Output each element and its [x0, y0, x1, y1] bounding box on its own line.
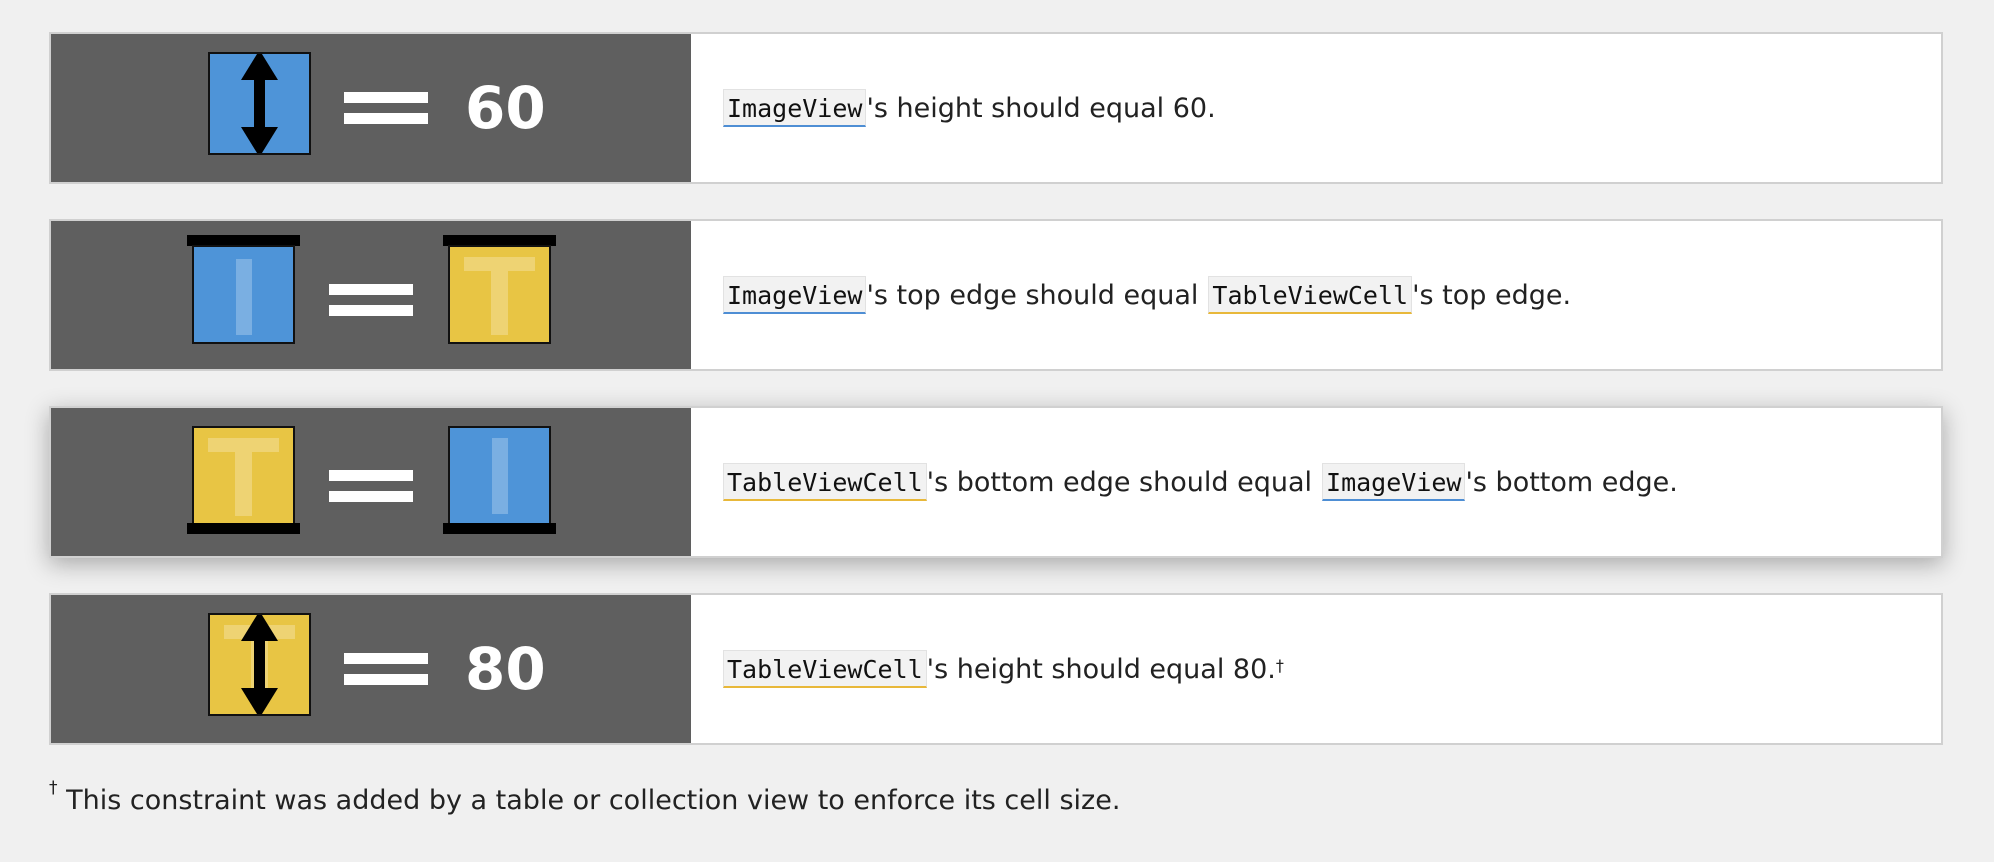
bottom-edge-bar: [187, 523, 300, 534]
footnote-marker: †: [1275, 655, 1284, 675]
constraint-visual: [51, 408, 691, 556]
yellow-box-top-edge-icon: [448, 245, 551, 344]
blue-box-height-arrow-icon: [208, 52, 311, 155]
blue-box-bottom-edge-icon: [448, 426, 551, 525]
equals-operator: [344, 88, 428, 128]
constraint-description: TableViewCell 's bottom edge should equa…: [691, 408, 1941, 556]
constraint-description: TableViewCell 's height should equal 80.…: [691, 595, 1941, 743]
description-text: 's top edge should equal: [866, 279, 1199, 311]
equals-operator: [329, 280, 413, 320]
yellow-box-bottom-edge-icon: [192, 426, 295, 525]
tableviewcell-code: TableViewCell: [1208, 276, 1413, 314]
constraint-visual: 80: [51, 595, 691, 743]
constraint-visual: 60: [51, 34, 691, 182]
constraint-description: ImageView 's top edge should equal Table…: [691, 221, 1941, 369]
tableviewcell-code: TableViewCell: [723, 650, 927, 688]
footnote: † This constraint was added by a table o…: [49, 778, 1121, 816]
description-text: 's height should equal 60.: [866, 92, 1216, 124]
constant-value: 60: [465, 74, 546, 142]
constraint-row-top-edge[interactable]: ImageView 's top edge should equal Table…: [49, 219, 1943, 371]
constraint-description: ImageView 's height should equal 60.: [691, 34, 1941, 182]
constraint-row-cell-height[interactable]: 80 TableViewCell 's height should equal …: [49, 593, 1943, 745]
imageview-code: ImageView: [1322, 463, 1466, 501]
equals-operator: [344, 649, 428, 689]
description-text: 's top edge.: [1412, 279, 1572, 311]
bottom-edge-bar: [443, 523, 556, 534]
blue-box-top-edge-icon: [192, 245, 295, 344]
description-text: 's bottom edge.: [1465, 466, 1678, 498]
equals-operator: [329, 466, 413, 506]
constraint-row-bottom-edge[interactable]: TableViewCell 's bottom edge should equa…: [49, 406, 1943, 558]
yellow-box-height-arrow-icon: [208, 613, 311, 716]
imageview-code: ImageView: [723, 89, 867, 127]
footnote-mark: †: [49, 778, 58, 798]
constraint-row-image-height[interactable]: 60 ImageView 's height should equal 60.: [49, 32, 1943, 184]
constant-value: 80: [465, 635, 546, 703]
footnote-text: This constraint was added by a table or …: [66, 785, 1121, 816]
description-text: 's bottom edge should equal: [926, 466, 1313, 498]
description-text: 's height should equal 80.: [926, 653, 1276, 685]
imageview-code: ImageView: [723, 276, 867, 314]
constraint-visual: [51, 221, 691, 369]
tableviewcell-code: TableViewCell: [723, 463, 927, 501]
